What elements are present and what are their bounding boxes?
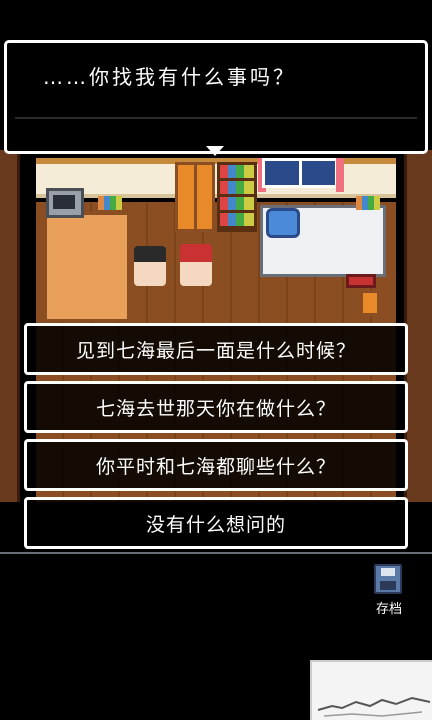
wardrobe-icon	[175, 162, 215, 232]
save-button[interactable]: 存档	[368, 562, 410, 618]
tv-icon	[46, 188, 84, 218]
choice-label: 你平时和七海都聊些什么？	[95, 455, 336, 478]
room-wall-left	[0, 150, 20, 502]
choice-label: 七海去世那天你在做什么？	[95, 397, 336, 420]
dialog-box: ……你找我有什么事吗？	[4, 40, 428, 154]
choice-label: 没有什么想问的	[145, 513, 286, 536]
chair-icon	[360, 290, 380, 316]
choice-button[interactable]: 七海去世那天你在做什么？	[24, 381, 408, 433]
rug	[44, 212, 130, 322]
dialog-divider	[15, 117, 417, 119]
cat-plush-icon	[266, 208, 300, 238]
save-label: 存档	[375, 602, 402, 617]
sketch-image	[317, 696, 431, 717]
dialog-text: ……你找我有什么事吗？	[43, 65, 296, 89]
books-icon	[356, 196, 380, 210]
bookcase-icon	[217, 162, 257, 232]
books-icon	[98, 196, 122, 210]
choice-label: 见到七海最后一面是什么时候？	[75, 339, 356, 362]
character-black-hair	[134, 246, 166, 286]
curtain-right	[336, 158, 344, 192]
window-icon	[262, 158, 338, 188]
stool-icon	[346, 274, 376, 288]
room-wall-right	[404, 150, 432, 502]
choice-button[interactable]: 没有什么想问的	[24, 497, 408, 549]
choice-list: 见到七海最后一面是什么时候？ 七海去世那天你在做什么？ 你平时和七海都聊些什么？…	[24, 323, 408, 555]
character-red-hair	[180, 244, 212, 286]
floppy-disk-icon	[374, 564, 402, 594]
choice-button[interactable]: 见到七海最后一面是什么时候？	[24, 323, 408, 375]
dialog-pointer-icon	[206, 146, 224, 156]
overlay-thumbnail	[310, 660, 432, 720]
choice-button[interactable]: 你平时和七海都聊些什么？	[24, 439, 408, 491]
